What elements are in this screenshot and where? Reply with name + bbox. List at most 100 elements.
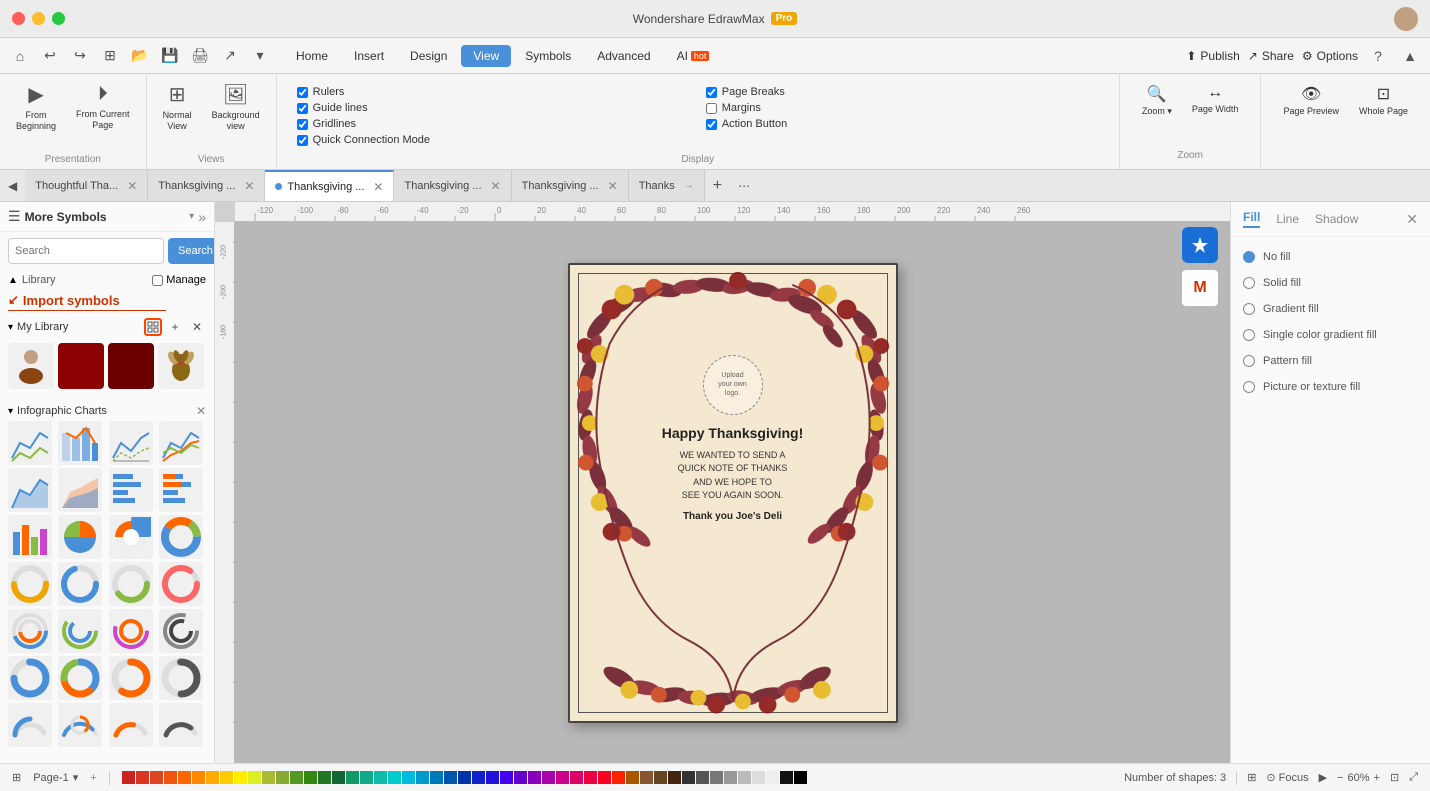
- infographic-close-button[interactable]: ✕: [196, 404, 206, 418]
- color-swatch[interactable]: [164, 771, 177, 784]
- window-controls[interactable]: [12, 12, 65, 25]
- open-icon[interactable]: 📂: [128, 44, 152, 68]
- chart-donut-2[interactable]: [8, 562, 52, 606]
- color-swatch[interactable]: [150, 771, 163, 784]
- color-swatch[interactable]: [682, 771, 695, 784]
- tab-design[interactable]: Design: [398, 45, 459, 67]
- single-color-gradient-fill-option[interactable]: Single color gradient fill: [1243, 323, 1418, 347]
- chart-ring-2[interactable]: [58, 609, 102, 653]
- options-button[interactable]: ⚙Options: [1302, 49, 1358, 63]
- color-swatch[interactable]: [192, 771, 205, 784]
- tab-close-thanksgiving3[interactable]: ✕: [491, 179, 501, 193]
- library-icon-button[interactable]: [144, 318, 162, 336]
- color-swatch[interactable]: [178, 771, 191, 784]
- tab-close-thanksgiving2[interactable]: ✕: [373, 180, 383, 194]
- margins-checkbox[interactable]: Margins: [706, 102, 1099, 114]
- chart-line-1[interactable]: [8, 421, 52, 465]
- solid-fill-option[interactable]: Solid fill: [1243, 271, 1418, 295]
- chart-bar-h-2[interactable]: [159, 468, 203, 512]
- color-swatch[interactable]: [780, 771, 793, 784]
- zoom-in-button[interactable]: +: [1374, 772, 1380, 784]
- picture-fill-option[interactable]: Picture or texture fill: [1243, 375, 1418, 399]
- normal-view-button[interactable]: ⊞ NormalView: [155, 78, 200, 136]
- close-button[interactable]: [12, 12, 25, 25]
- page-width-button[interactable]: ↔ Page Width: [1186, 82, 1245, 119]
- gradient-fill-option[interactable]: Gradient fill: [1243, 297, 1418, 321]
- color-swatch[interactable]: [276, 771, 289, 784]
- more-icon[interactable]: ▾: [248, 44, 272, 68]
- chart-line-4[interactable]: [159, 421, 203, 465]
- user-avatar[interactable]: [1394, 7, 1418, 31]
- color-swatch[interactable]: [318, 771, 331, 784]
- color-swatch[interactable]: [220, 771, 233, 784]
- color-swatch[interactable]: [724, 771, 737, 784]
- color-swatch[interactable]: [584, 771, 597, 784]
- page-nav[interactable]: Page-1 ▾: [33, 771, 78, 784]
- color-swatch[interactable]: [486, 771, 499, 784]
- zoom-button[interactable]: 🔍 Zoom ▾: [1136, 82, 1178, 119]
- panel-close-button[interactable]: ✕: [1406, 211, 1418, 228]
- home-icon[interactable]: ⌂: [8, 44, 32, 68]
- tab-thoughtful[interactable]: Thoughtful Tha... ✕: [25, 170, 148, 201]
- tab-thanksgiving3[interactable]: Thanksgiving ... ✕: [394, 170, 511, 201]
- color-swatch[interactable]: [528, 771, 541, 784]
- chart-line-3[interactable]: [109, 421, 153, 465]
- color-swatch[interactable]: [360, 771, 373, 784]
- page-breaks-checkbox[interactable]: Page Breaks: [706, 86, 1099, 98]
- chart-ring-4[interactable]: [159, 609, 203, 653]
- tab-thanksgiving4[interactable]: Thanksgiving ... ✕: [512, 170, 629, 201]
- share-button[interactable]: ↗Share: [1248, 49, 1294, 63]
- color-swatch[interactable]: [136, 771, 149, 784]
- color-swatch[interactable]: [374, 771, 387, 784]
- chart-bar-h-1[interactable]: [109, 468, 153, 512]
- search-button[interactable]: Search: [168, 238, 215, 264]
- color-swatch[interactable]: [262, 771, 275, 784]
- upload-logo-area[interactable]: Uploadyour ownlogo.: [703, 355, 763, 415]
- tab-thanksgiving2[interactable]: Thanksgiving ... ✕: [265, 170, 394, 201]
- focus-button[interactable]: ⊙ Focus: [1266, 771, 1308, 784]
- tab-home[interactable]: Home: [284, 45, 340, 67]
- from-current-page-button[interactable]: ⏵ From CurrentPage: [68, 79, 138, 135]
- color-swatch[interactable]: [290, 771, 303, 784]
- help-icon[interactable]: ?: [1366, 44, 1390, 68]
- minimize-button[interactable]: [32, 12, 45, 25]
- color-swatch[interactable]: [402, 771, 415, 784]
- color-swatch[interactable]: [640, 771, 653, 784]
- color-swatch[interactable]: [472, 771, 485, 784]
- color-swatch[interactable]: [458, 771, 471, 784]
- fit-page-button[interactable]: ⊡: [1390, 771, 1399, 784]
- background-view-button[interactable]: 🖼 Backgroundview: [204, 78, 268, 136]
- print-icon[interactable]: 🖨: [188, 44, 212, 68]
- lib-item-person[interactable]: [8, 343, 54, 389]
- color-swatch[interactable]: [626, 771, 639, 784]
- color-swatch[interactable]: [570, 771, 583, 784]
- shadow-tab[interactable]: Shadow: [1315, 212, 1358, 226]
- undo-icon[interactable]: ↩: [38, 44, 62, 68]
- chart-donut-3[interactable]: [58, 562, 102, 606]
- tab-close-thanksgiving1[interactable]: ✕: [244, 179, 254, 193]
- tabs-back[interactable]: ◀: [0, 179, 25, 193]
- gridlines-checkbox[interactable]: Gridlines: [297, 118, 690, 130]
- maximize-button[interactable]: [52, 12, 65, 25]
- search-input[interactable]: [8, 238, 164, 264]
- tabs-more-button[interactable]: ⋯: [730, 179, 758, 193]
- chart-area-2[interactable]: [58, 468, 102, 512]
- color-swatch[interactable]: [556, 771, 569, 784]
- color-swatch[interactable]: [612, 771, 625, 784]
- chart-donut-4[interactable]: [109, 562, 153, 606]
- chart-arc-dark[interactable]: [159, 703, 203, 747]
- zoom-out-button[interactable]: −: [1337, 772, 1343, 784]
- color-swatch[interactable]: [346, 771, 359, 784]
- color-swatch[interactable]: [234, 771, 247, 784]
- sidebar-collapse-button[interactable]: »: [198, 209, 206, 225]
- tab-close-thanksgiving4[interactable]: ✕: [608, 179, 618, 193]
- rulers-checkbox[interactable]: Rulers: [297, 86, 690, 98]
- color-swatch[interactable]: [206, 771, 219, 784]
- color-swatch[interactable]: [500, 771, 513, 784]
- ai-magic-button[interactable]: [1182, 227, 1218, 263]
- color-swatch[interactable]: [430, 771, 443, 784]
- tab-thanksgiving1[interactable]: Thanksgiving ... ✕: [148, 170, 265, 201]
- chart-arc-blue[interactable]: [8, 703, 52, 747]
- new-tab-icon[interactable]: ⊞: [98, 44, 122, 68]
- tab-close-thoughtful[interactable]: ✕: [127, 179, 137, 193]
